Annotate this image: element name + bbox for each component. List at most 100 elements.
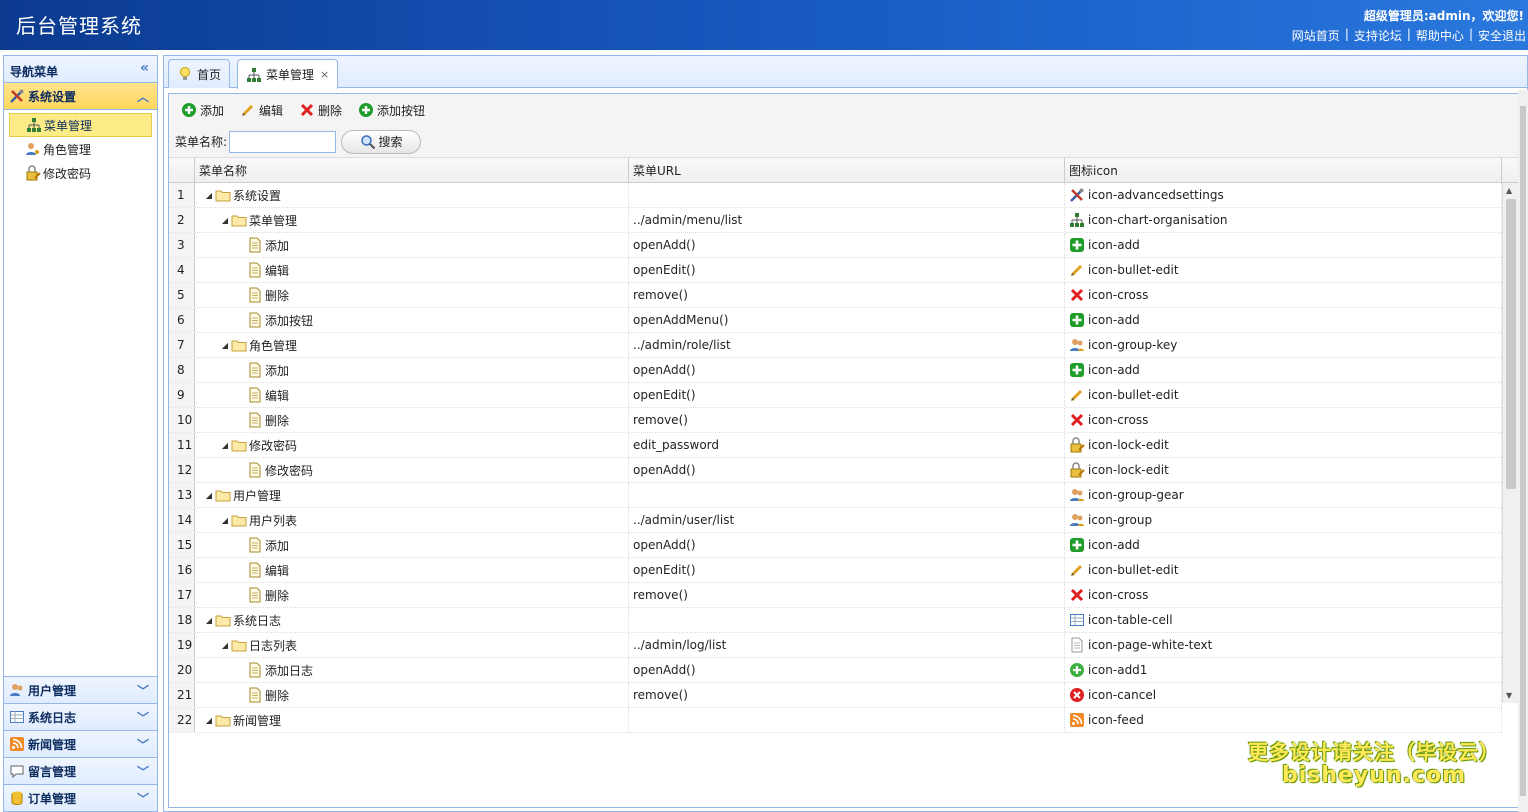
chevron-up-icon[interactable]: ︿ xyxy=(137,88,149,105)
chevron-down-icon[interactable]: ﹀ xyxy=(137,736,149,753)
chevron-down-icon[interactable]: ﹀ xyxy=(137,709,149,726)
tree-expander-icon[interactable]: ◢ xyxy=(203,616,215,625)
accordion-order-management[interactable]: 订单管理 ﹀ xyxy=(4,784,157,811)
menu-icon-cell: icon-group xyxy=(1065,508,1502,532)
folder-icon xyxy=(215,187,231,203)
table-row[interactable]: 1 ◢ 系统设置 icon-advancedsettings xyxy=(169,183,1502,208)
sidebar: 导航菜单 « 系统设置 ︿ 菜单管理 角色管理 修改密码 用户管理 ﹀ 系统日志… xyxy=(3,55,158,812)
add-button[interactable]: 添加 xyxy=(177,100,228,121)
menu-icon-cell: icon-advancedsettings xyxy=(1065,183,1502,207)
file-icon xyxy=(247,237,263,253)
grid-scrollbar[interactable]: ▲ ▼ xyxy=(1502,183,1518,703)
search-icon xyxy=(360,134,376,150)
page-scrollbar[interactable] xyxy=(1518,90,1528,812)
add-icon xyxy=(1069,237,1085,253)
help-link[interactable]: 帮助中心 xyxy=(1416,27,1464,44)
accordion-user-management[interactable]: 用户管理 ﹀ xyxy=(4,676,157,703)
accordion-system-log[interactable]: 系统日志 ﹀ xyxy=(4,703,157,730)
group-icon xyxy=(1069,512,1085,528)
edit-button[interactable]: 编辑 xyxy=(236,100,287,121)
file-icon xyxy=(247,587,263,603)
add-button-button[interactable]: 添加按钮 xyxy=(354,100,429,121)
file-icon xyxy=(247,562,263,578)
row-number: 13 xyxy=(169,483,195,507)
menu-name-cell: 修改密码 xyxy=(195,458,629,482)
table-row[interactable]: 12 修改密码 openAdd() icon-lock-edit xyxy=(169,458,1502,483)
add1-icon xyxy=(1069,662,1085,678)
tree-expander-icon[interactable]: ◢ xyxy=(203,716,215,725)
tree-expander-icon[interactable]: ◢ xyxy=(203,491,215,500)
tree-expander-icon[interactable]: ◢ xyxy=(219,516,231,525)
table-row[interactable]: 2 ◢ 菜单管理 ../admin/menu/list icon-chart-organ… xyxy=(169,208,1502,233)
menu-url-cell: ../admin/menu/list xyxy=(629,208,1065,232)
column-header-icon[interactable]: 图标icon xyxy=(1065,158,1502,182)
table-row[interactable]: 11 ◢ 修改密码 edit_password icon-lock-edit xyxy=(169,433,1502,458)
scroll-up-icon[interactable]: ▲ xyxy=(1506,186,1512,195)
lightbulb-icon xyxy=(177,66,193,82)
tree-expander-icon[interactable]: ◢ xyxy=(219,641,231,650)
chevron-down-icon[interactable]: ﹀ xyxy=(137,790,149,807)
table-row[interactable]: 10 删除 remove() icon-cross xyxy=(169,408,1502,433)
scroll-down-icon[interactable]: ▼ xyxy=(1506,691,1512,700)
sidebar-item-role-management[interactable]: 角色管理 xyxy=(9,137,152,161)
main-panel: 首页 菜单管理 × 添加 编辑 删除 添加按钮 菜单名称: 搜索 菜单名称 菜单… xyxy=(163,55,1528,812)
table-row[interactable]: 15 添加 openAdd() icon-add xyxy=(169,533,1502,558)
accordion-news-management[interactable]: 新闻管理 ﹀ xyxy=(4,730,157,757)
tree-expander-icon[interactable]: ◢ xyxy=(219,341,231,350)
collapse-sidebar-icon[interactable]: « xyxy=(140,60,149,76)
tree-expander-icon[interactable]: ◢ xyxy=(219,216,231,225)
forum-link[interactable]: 支持论坛 xyxy=(1354,27,1402,44)
table-row[interactable]: 14 ◢ 用户列表 ../admin/user/list icon-group xyxy=(169,508,1502,533)
row-number: 11 xyxy=(169,433,195,457)
menu-name-cell: 删除 xyxy=(195,683,629,707)
menu-icon-cell: icon-bullet-edit xyxy=(1065,258,1502,282)
app-header: 后台管理系统 超级管理员:admin，欢迎您! 网站首页 | 支持论坛 | 帮助… xyxy=(0,0,1528,50)
menu-icon-cell: icon-chart-organisation xyxy=(1065,208,1502,232)
group-icon xyxy=(1069,337,1085,353)
home-link[interactable]: 网站首页 xyxy=(1292,27,1340,44)
table-row[interactable]: 22 ◢ 新闻管理 icon-feed xyxy=(169,708,1502,733)
tree-expander-icon[interactable]: ◢ xyxy=(203,191,215,200)
file-icon xyxy=(247,537,263,553)
logout-link[interactable]: 安全退出 xyxy=(1478,27,1526,44)
tab-menu-management[interactable]: 菜单管理 × xyxy=(237,59,339,89)
row-number: 2 xyxy=(169,208,195,232)
table-row[interactable]: 17 删除 remove() icon-cross xyxy=(169,583,1502,608)
table-row[interactable]: 13 ◢ 用户管理 icon-group-gear xyxy=(169,483,1502,508)
menu-url-cell: remove() xyxy=(629,408,1065,432)
search-input[interactable] xyxy=(229,130,337,153)
table-row[interactable]: 18 ◢ 系统日志 icon-table-cell xyxy=(169,608,1502,633)
accordion-system-settings[interactable]: 系统设置 ︿ xyxy=(4,83,157,110)
delete-button[interactable]: 删除 xyxy=(295,100,346,121)
sidebar-item-change-password[interactable]: 修改密码 xyxy=(9,161,152,185)
sidebar-item-menu-management[interactable]: 菜单管理 xyxy=(9,113,152,137)
close-icon[interactable]: × xyxy=(320,68,329,81)
accordion-message-management[interactable]: 留言管理 ﹀ xyxy=(4,757,157,784)
menu-icon-cell: icon-add xyxy=(1065,358,1502,382)
table-row[interactable]: 7 ◢ 角色管理 ../admin/role/list icon-group-key xyxy=(169,333,1502,358)
column-header-name[interactable]: 菜单名称 xyxy=(195,158,629,182)
table-row[interactable]: 4 编辑 openEdit() icon-bullet-edit xyxy=(169,258,1502,283)
table-row[interactable]: 6 添加按钮 openAddMenu() icon-add xyxy=(169,308,1502,333)
search-button[interactable]: 搜索 xyxy=(341,129,422,154)
tree-expander-icon[interactable]: ◢ xyxy=(219,441,231,450)
table-row[interactable]: 16 编辑 openEdit() icon-bullet-edit xyxy=(169,558,1502,583)
scroll-thumb[interactable] xyxy=(1506,199,1516,489)
page-scroll-thumb[interactable] xyxy=(1520,106,1526,796)
table-row[interactable]: 19 ◢ 日志列表 ../admin/log/list icon-page-white-… xyxy=(169,633,1502,658)
app-title: 后台管理系统 xyxy=(16,14,142,38)
tab-home[interactable]: 首页 xyxy=(168,59,231,88)
table-row[interactable]: 3 添加 openAdd() icon-add xyxy=(169,233,1502,258)
menu-icon-cell: icon-page-white-text xyxy=(1065,633,1502,657)
table-row[interactable]: 5 删除 remove() icon-cross xyxy=(169,283,1502,308)
table-row[interactable]: 21 删除 remove() icon-cancel xyxy=(169,683,1502,708)
add-icon xyxy=(1069,312,1085,328)
row-number: 21 xyxy=(169,683,195,707)
chevron-down-icon[interactable]: ﹀ xyxy=(137,763,149,780)
menu-icon-cell: icon-cross xyxy=(1065,283,1502,307)
table-row[interactable]: 9 编辑 openEdit() icon-bullet-edit xyxy=(169,383,1502,408)
table-row[interactable]: 20 添加日志 openAdd() icon-add1 xyxy=(169,658,1502,683)
table-row[interactable]: 8 添加 openAdd() icon-add xyxy=(169,358,1502,383)
column-header-url[interactable]: 菜单URL xyxy=(629,158,1065,182)
chevron-down-icon[interactable]: ﹀ xyxy=(137,682,149,699)
